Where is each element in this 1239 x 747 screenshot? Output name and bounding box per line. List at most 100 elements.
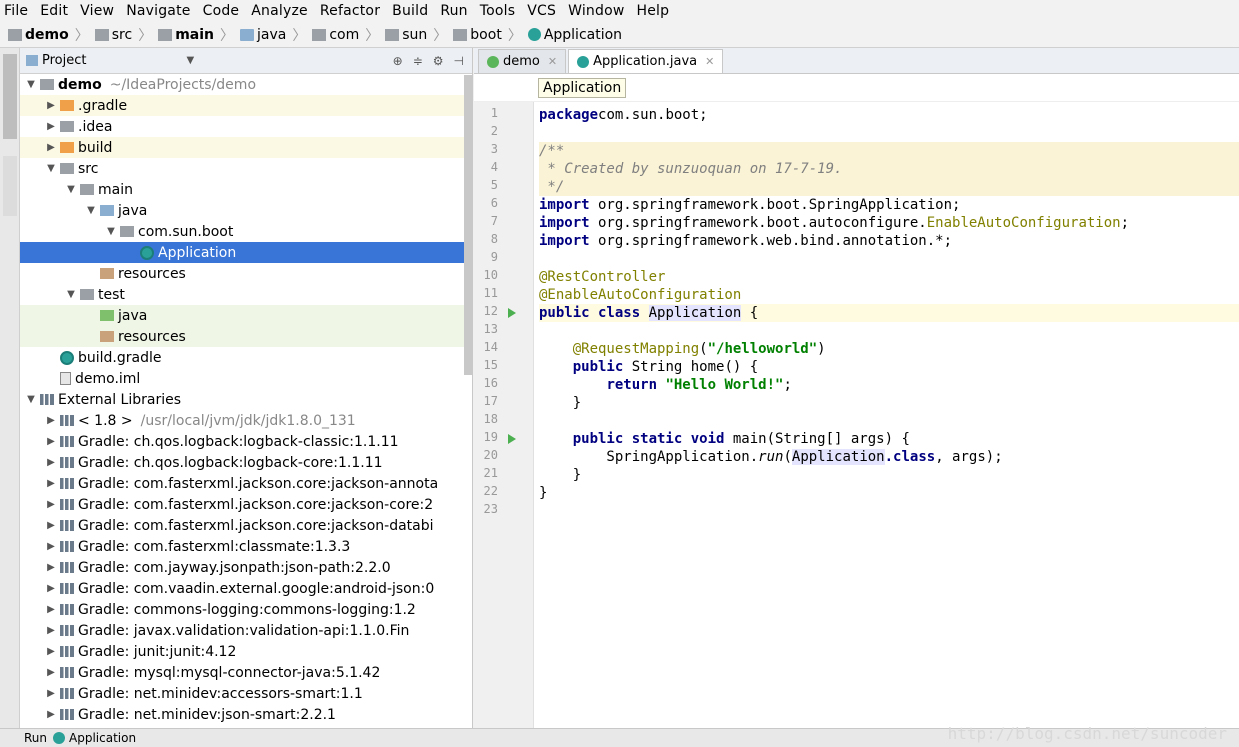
collapsed-arrow-icon[interactable]: ▶ [44,520,58,531]
tree-node[interactable]: build.gradle [20,347,472,368]
close-icon[interactable]: ✕ [548,55,557,68]
code-line[interactable]: import org.springframework.boot.SpringAp… [539,196,1239,214]
collapsed-arrow-icon[interactable]: ▶ [44,562,58,573]
breadcrumb-com[interactable]: com 〉 [312,25,379,45]
expanded-arrow-icon[interactable]: ▼ [24,79,38,90]
code-line[interactable]: } [539,466,1239,484]
code-line[interactable]: @RestController [539,268,1239,286]
run-label[interactable]: Run [24,731,47,745]
tree-node[interactable]: ▶ Gradle: junit:junit:4.12 [20,641,472,662]
project-tool-tab[interactable] [3,54,17,139]
breadcrumb-boot[interactable]: boot 〉 [453,25,522,45]
code-line[interactable]: * Created by sunzuoquan on 17-7-19. [539,160,1239,178]
breadcrumb-application[interactable]: Application [527,27,622,43]
code-line[interactable]: public static void main(String[] args) { [539,430,1239,448]
tree-node[interactable]: ▶ Gradle: com.fasterxml.jackson.core:jack… [20,494,472,515]
breadcrumb-src[interactable]: src 〉 [94,25,152,45]
collapsed-arrow-icon[interactable]: ▶ [44,457,58,468]
tree-node[interactable]: ▼ java [20,200,472,221]
code-line[interactable]: SpringApplication.run(Application.class,… [539,448,1239,466]
dropdown-icon[interactable]: ▼ [186,55,194,66]
project-panel-title[interactable]: Project [42,53,86,68]
menu-item-tools[interactable]: Tools [480,3,516,19]
tree-node[interactable]: ▶ .gradle [20,95,472,116]
menu-item-code[interactable]: Code [203,3,240,19]
tree-node[interactable]: ▶ Gradle: mysql:mysql-connector-java:5.1.… [20,662,472,683]
collapsed-arrow-icon[interactable]: ▶ [44,583,58,594]
locate-icon[interactable]: ⊕ [393,54,403,68]
collapsed-arrow-icon[interactable]: ▶ [44,436,58,447]
tree-node[interactable]: ▶ Gradle: com.jayway.jsonpath:json-path:2… [20,557,472,578]
breadcrumb-java[interactable]: java 〉 [240,25,306,45]
collapsed-arrow-icon[interactable]: ▶ [44,667,58,678]
expanded-arrow-icon[interactable]: ▼ [84,205,98,216]
code-line[interactable]: public class Application { [539,304,1239,322]
tree-node[interactable]: ▶ Gradle: javax.validation:validation-api… [20,620,472,641]
expanded-arrow-icon[interactable]: ▼ [24,394,38,405]
tree-node[interactable]: java [20,305,472,326]
code-line[interactable]: */ [539,178,1239,196]
breadcrumb-sun[interactable]: sun 〉 [385,25,447,45]
menu-item-analyze[interactable]: Analyze [251,3,308,19]
menu-item-window[interactable]: Window [568,3,624,19]
collapsed-arrow-icon[interactable]: ▶ [44,142,58,153]
tree-node[interactable]: ▶ Gradle: ch.qos.logback:logback-classic:… [20,431,472,452]
tree-node[interactable]: ▼ main [20,179,472,200]
collapsed-arrow-icon[interactable]: ▶ [44,646,58,657]
tree-node[interactable]: ▶ Gradle: com.fasterxml:classmate:1.3.3 [20,536,472,557]
code-line[interactable]: public String home() { [539,358,1239,376]
code-line[interactable]: return "Hello World!"; [539,376,1239,394]
menu-item-view[interactable]: View [80,3,114,19]
tree-node[interactable]: ▶ build [20,137,472,158]
collapsed-arrow-icon[interactable]: ▶ [44,499,58,510]
tree-node[interactable]: ▶ Gradle: commons-logging:commons-logging… [20,599,472,620]
breadcrumb-demo[interactable]: demo 〉 [8,25,89,45]
gear-icon[interactable]: ⚙ [433,54,444,68]
code-line[interactable]: /** [539,142,1239,160]
menu-item-edit[interactable]: Edit [40,3,68,19]
code-line[interactable] [539,502,1239,520]
code-line[interactable]: @RequestMapping("/helloworld") [539,340,1239,358]
editor-breadcrumb-item[interactable]: Application [538,77,627,98]
tree-node[interactable]: ▶ Gradle: ch.qos.logback:logback-core:1.1… [20,452,472,473]
tree-node[interactable]: Application [20,242,472,263]
menu-item-vcs[interactable]: VCS [527,3,556,19]
tree-node[interactable]: ▶ Gradle: com.fasterxml.jackson.core:jack… [20,515,472,536]
collapsed-arrow-icon[interactable]: ▶ [44,604,58,615]
tree-node[interactable]: ▶ Gradle: com.fasterxml.jackson.core:jack… [20,473,472,494]
tree-node[interactable]: resources [20,326,472,347]
tree-node[interactable]: ▼ test [20,284,472,305]
code-line[interactable] [539,322,1239,340]
tree-node[interactable]: ▼ src [20,158,472,179]
code-line[interactable]: @EnableAutoConfiguration [539,286,1239,304]
hide-icon[interactable]: ⊣ [454,54,464,68]
code-line[interactable]: packagecom.sun.boot; [539,106,1239,124]
collapsed-arrow-icon[interactable]: ▶ [44,415,58,426]
tree-node[interactable]: demo.iml [20,368,472,389]
tree-node[interactable]: ▼ com.sun.boot [20,221,472,242]
expanded-arrow-icon[interactable]: ▼ [64,184,78,195]
code-line[interactable] [539,412,1239,430]
menu-item-run[interactable]: Run [440,3,467,19]
run-gutter-icon[interactable] [508,434,516,444]
menu-item-file[interactable]: File [4,3,28,19]
tree-node[interactable]: ▼ demo ~/IdeaProjects/demo [20,74,472,95]
expanded-arrow-icon[interactable]: ▼ [64,289,78,300]
run-config-label[interactable]: Application [69,731,136,745]
collapsed-arrow-icon[interactable]: ▶ [44,688,58,699]
project-scrollbar[interactable] [464,75,472,375]
breadcrumb-main[interactable]: main 〉 [158,25,234,45]
editor-tab-demo[interactable]: demo ✕ [478,49,567,73]
code-line[interactable]: import org.springframework.boot.autoconf… [539,214,1239,232]
expanded-arrow-icon[interactable]: ▼ [104,226,118,237]
collapsed-arrow-icon[interactable]: ▶ [44,100,58,111]
tree-node[interactable]: ▶ Gradle: com.vaadin.external.google:andr… [20,578,472,599]
tree-node[interactable]: resources [20,263,472,284]
collapse-icon[interactable]: ≑ [413,54,423,68]
menu-item-build[interactable]: Build [392,3,428,19]
collapsed-arrow-icon[interactable]: ▶ [44,121,58,132]
structure-tool-tab[interactable] [3,156,17,216]
code-line[interactable]: import org.springframework.web.bind.anno… [539,232,1239,250]
editor-tab-application-java[interactable]: Application.java ✕ [568,49,724,73]
tree-node[interactable]: ▶ < 1.8 > /usr/local/jvm/jdk/jdk1.8.0_131 [20,410,472,431]
